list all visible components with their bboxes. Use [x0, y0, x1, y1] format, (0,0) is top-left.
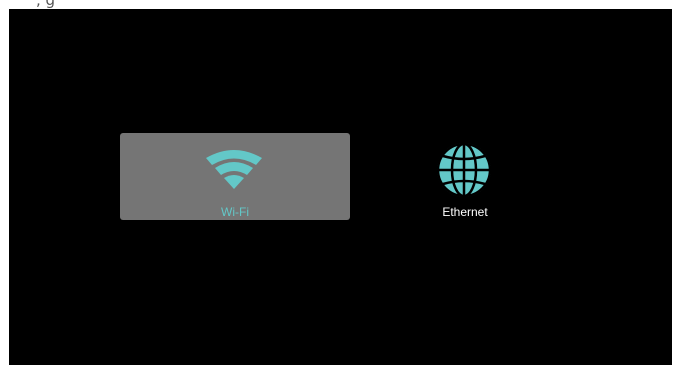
wifi-label: Wi-Fi	[221, 205, 249, 219]
globe-icon	[436, 142, 492, 198]
wifi-option[interactable]: Wi-Fi	[120, 133, 350, 220]
clipped-caption: , g	[36, 0, 56, 9]
ethernet-option[interactable]: Ethernet	[410, 133, 520, 220]
network-setup-screen: Wi-Fi Ethernet	[9, 9, 672, 365]
wifi-icon	[206, 150, 262, 189]
top-strip: , g	[0, 0, 681, 9]
ethernet-label: Ethernet	[442, 205, 488, 219]
